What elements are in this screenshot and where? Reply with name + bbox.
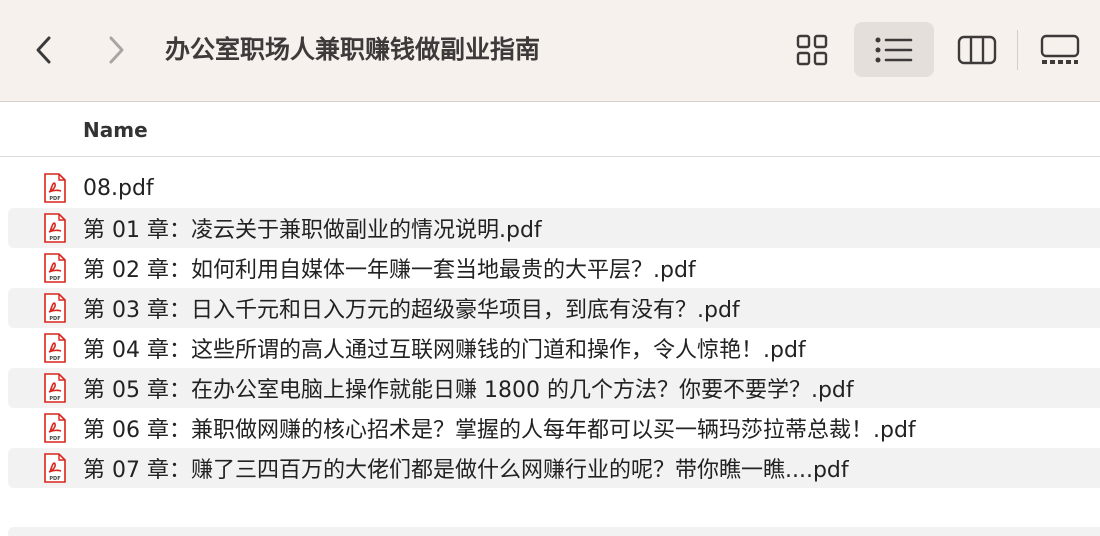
file-name: 第 01 章：凌云关于兼职做副业的情况说明.pdf [83, 218, 542, 243]
file-row[interactable]: PDF 第 03 章：日入千元和日入万元的超级豪华项目，到底有没有？.pdf [8, 288, 1100, 328]
list-view-icon [875, 37, 913, 62]
column-view-icon [957, 35, 997, 64]
pdf-file-icon: PDF [44, 213, 66, 243]
svg-text:PDF: PDF [49, 396, 60, 402]
file-row[interactable]: PDF 第 07 章：赚了三四百万的大佬们都是做什么网赚行业的呢？带你瞧一瞧..… [8, 448, 1100, 488]
grid-view-icon [796, 34, 828, 65]
empty-row [8, 527, 1100, 536]
file-name: 第 07 章：赚了三四百万的大佬们都是做什么网赚行业的呢？带你瞧一瞧....pd… [83, 458, 849, 483]
window-title: 办公室职场人兼职赚钱做副业指南 [165, 35, 541, 64]
file-row[interactable]: PDF 第 02 章：如何利用自媒体一年赚一套当地最贵的大平层？.pdf [8, 248, 1100, 288]
svg-text:PDF: PDF [49, 196, 60, 202]
pdf-file-icon: PDF [44, 453, 66, 483]
file-name: 第 03 章：日入千元和日入万元的超级豪华项目，到底有没有？.pdf [83, 298, 740, 323]
file-row[interactable]: PDF 第 05 章：在办公室电脑上操作就能日赚 1800 的几个方法？你要不要… [8, 368, 1100, 408]
svg-text:PDF: PDF [49, 356, 60, 362]
toolbar: 办公室职场人兼职赚钱做副业指南 [0, 0, 1100, 102]
file-row[interactable]: PDF 第 04 章：这些所谓的高人通过互联网赚钱的门道和操作，令人惊艳！.pd… [8, 328, 1100, 368]
pdf-file-icon: PDF [44, 373, 66, 403]
pdf-file-icon: PDF [44, 413, 66, 443]
svg-text:PDF: PDF [49, 436, 60, 442]
file-name: 08.pdf [83, 175, 154, 201]
file-row[interactable]: PDF 第 01 章：凌云关于兼职做副业的情况说明.pdf [8, 208, 1100, 248]
forward-button[interactable] [96, 30, 136, 70]
file-name: 第 05 章：在办公室电脑上操作就能日赚 1800 的几个方法？你要不要学？.p… [83, 378, 854, 403]
gallery-view-button[interactable] [1032, 22, 1088, 77]
svg-text:PDF: PDF [49, 276, 60, 282]
chevron-left-icon [36, 36, 51, 64]
pdf-file-icon: PDF [44, 333, 66, 363]
icon-view-button[interactable] [784, 22, 840, 77]
pdf-file-icon: PDF [44, 173, 66, 203]
list-header: Name [0, 103, 1100, 157]
column-view-button[interactable] [950, 22, 1004, 77]
gallery-view-icon [1040, 34, 1080, 64]
file-row[interactable]: PDF 08.pdf [8, 168, 1100, 208]
file-list: PDF 08.pdf PDF 第 01 章：凌云关于兼职做副业的情况说明.pdf… [0, 168, 1100, 488]
list-view-button[interactable] [854, 22, 934, 77]
column-header-name[interactable]: Name [83, 118, 148, 142]
file-name: 第 02 章：如何利用自媒体一年赚一套当地最贵的大平层？.pdf [83, 258, 696, 283]
svg-text:PDF: PDF [49, 316, 60, 322]
toolbar-separator [1017, 30, 1018, 70]
file-row[interactable]: PDF 第 06 章：兼职做网赚的核心招术是？掌握的人每年都可以买一辆玛莎拉蒂总… [8, 408, 1100, 448]
chevron-right-icon [109, 36, 124, 64]
pdf-file-icon: PDF [44, 293, 66, 323]
back-button[interactable] [24, 30, 64, 70]
svg-text:PDF: PDF [49, 476, 60, 482]
file-name: 第 04 章：这些所谓的高人通过互联网赚钱的门道和操作，令人惊艳！.pdf [83, 338, 806, 363]
pdf-file-icon: PDF [44, 253, 66, 283]
svg-text:PDF: PDF [49, 236, 60, 242]
file-name: 第 06 章：兼职做网赚的核心招术是？掌握的人每年都可以买一辆玛莎拉蒂总裁！.p… [83, 418, 916, 443]
